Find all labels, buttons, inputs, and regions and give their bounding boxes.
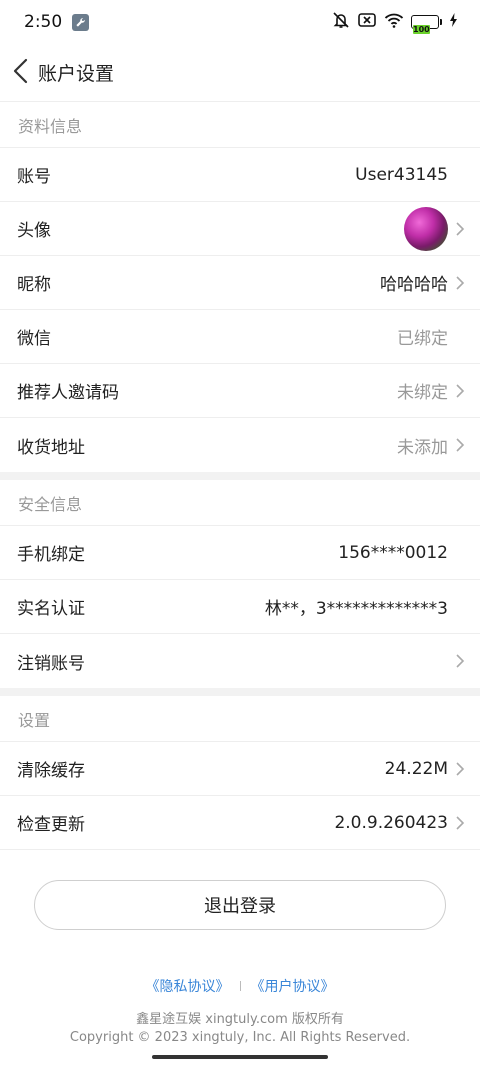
row-referral[interactable]: 推荐人邀请码 未绑定	[0, 364, 480, 418]
referral-value: 未绑定	[397, 383, 448, 403]
status-right: 100	[332, 11, 458, 34]
nickname-value: 哈哈哈哈	[380, 275, 448, 295]
section-title-settings: 设置	[0, 696, 480, 742]
wrench-icon	[72, 13, 90, 31]
section-title-security: 安全信息	[0, 480, 480, 526]
chevron-right-icon	[456, 275, 465, 290]
home-indicator[interactable]	[152, 1055, 328, 1059]
row-avatar[interactable]: 头像	[0, 202, 480, 256]
account-value: User43145	[355, 164, 448, 185]
realname-value: 林**，3*************3	[264, 599, 448, 619]
row-label: 账号	[17, 167, 51, 187]
row-phone: 手机绑定 156****0012	[0, 526, 480, 580]
row-check-update[interactable]: 检查更新 2.0.9.260423	[0, 796, 480, 850]
user-agreement-link[interactable]: 《用户协议》	[251, 976, 335, 996]
chevron-right-icon	[456, 761, 465, 776]
chevron-right-icon	[456, 815, 465, 830]
chevron-right-icon	[456, 654, 465, 668]
row-clear-cache[interactable]: 清除缓存 24.22M	[0, 742, 480, 796]
row-label: 清除缓存	[17, 761, 85, 781]
logout-button[interactable]: 退出登录	[34, 880, 446, 930]
avatar	[404, 206, 448, 251]
row-wechat: 微信 已绑定	[0, 310, 480, 364]
row-label: 检查更新	[17, 815, 85, 835]
link-divider	[239, 981, 241, 991]
logout-wrap: 退出登录	[0, 850, 480, 930]
version-value: 2.0.9.260423	[334, 812, 448, 833]
row-label: 昵称	[17, 275, 51, 295]
wechat-value: 已绑定	[397, 329, 448, 349]
row-address[interactable]: 收货地址 未添加	[0, 418, 480, 472]
chevron-right-icon	[456, 383, 465, 398]
row-account: 账号 User43145	[0, 148, 480, 202]
row-label: 推荐人邀请码	[17, 383, 119, 403]
status-time: 2:50	[24, 12, 63, 32]
row-label: 实名认证	[17, 599, 85, 619]
row-label: 微信	[17, 329, 51, 349]
chevron-right-icon	[456, 221, 465, 236]
section-divider	[0, 472, 480, 480]
address-value: 未添加	[397, 437, 448, 458]
row-cancel-account[interactable]: 注销账号	[0, 634, 480, 688]
page-header: 账户设置	[0, 44, 480, 102]
footer-links: 《隐私协议》 《用户协议》	[0, 976, 480, 996]
no-sim-icon	[357, 11, 377, 34]
section-title-profile: 资料信息	[0, 102, 480, 148]
status-bar: 2:50 100	[0, 0, 480, 44]
page-title: 账户设置	[38, 63, 115, 85]
row-label: 手机绑定	[17, 545, 85, 565]
row-label: 注销账号	[17, 653, 85, 674]
chevron-right-icon	[456, 438, 465, 452]
company-text: 鑫星途互娱 xingtuly.com 版权所有	[136, 1012, 344, 1027]
battery-icon: 100	[411, 15, 442, 34]
phone-value: 156****0012	[338, 542, 448, 563]
row-realname: 实名认证 林**，3*************3	[0, 580, 480, 634]
back-icon[interactable]	[12, 58, 30, 88]
copyright-text: Copyright © 2023 xingtuly, Inc. All Righ…	[69, 1030, 411, 1045]
cache-value: 24.22M	[384, 758, 448, 779]
charging-icon	[449, 12, 458, 32]
status-left: 2:50	[24, 12, 90, 32]
wifi-icon	[384, 11, 404, 34]
row-label: 头像	[17, 221, 51, 241]
section-divider	[0, 688, 480, 696]
row-label: 收货地址	[17, 437, 85, 458]
mute-bell-icon	[332, 11, 350, 34]
privacy-link[interactable]: 《隐私协议》	[146, 976, 230, 996]
row-nickname[interactable]: 昵称 哈哈哈哈	[0, 256, 480, 310]
battery-level: 100	[413, 25, 430, 34]
